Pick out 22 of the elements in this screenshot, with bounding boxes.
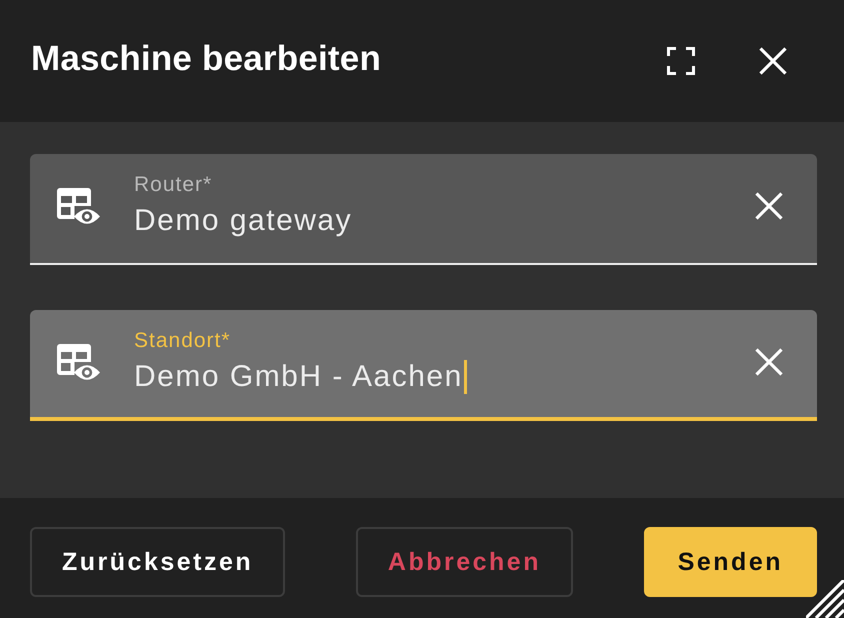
clear-button[interactable] bbox=[755, 348, 783, 376]
input-field[interactable]: Router* Demo gateway bbox=[30, 154, 817, 265]
fullscreen-icon bbox=[667, 47, 695, 75]
close-icon bbox=[759, 47, 787, 75]
close-button[interactable] bbox=[759, 47, 787, 75]
clear-button[interactable] bbox=[755, 192, 783, 220]
resize-grip-icon[interactable] bbox=[806, 580, 844, 618]
table-eye-icon bbox=[57, 188, 100, 224]
text-cursor bbox=[464, 360, 467, 394]
table-eye-icon bbox=[57, 344, 100, 380]
dialog-title: Maschine bearbeiten bbox=[31, 39, 382, 80]
input-field[interactable]: Standort* Demo GmbH - Aachen bbox=[30, 310, 817, 421]
cancel-button[interactable]: Abbrechen bbox=[356, 527, 573, 597]
field-value: Demo gateway bbox=[134, 202, 352, 238]
field-value: Demo GmbH - Aachen bbox=[134, 358, 463, 394]
field-label: Standort* bbox=[134, 328, 232, 354]
field-label: Router* bbox=[134, 172, 214, 198]
fullscreen-button[interactable] bbox=[667, 47, 695, 75]
reset-button[interactable]: Zurücksetzen bbox=[30, 527, 286, 597]
clear-icon bbox=[755, 348, 783, 376]
submit-button[interactable]: Senden bbox=[644, 527, 817, 597]
clear-icon bbox=[755, 192, 783, 220]
